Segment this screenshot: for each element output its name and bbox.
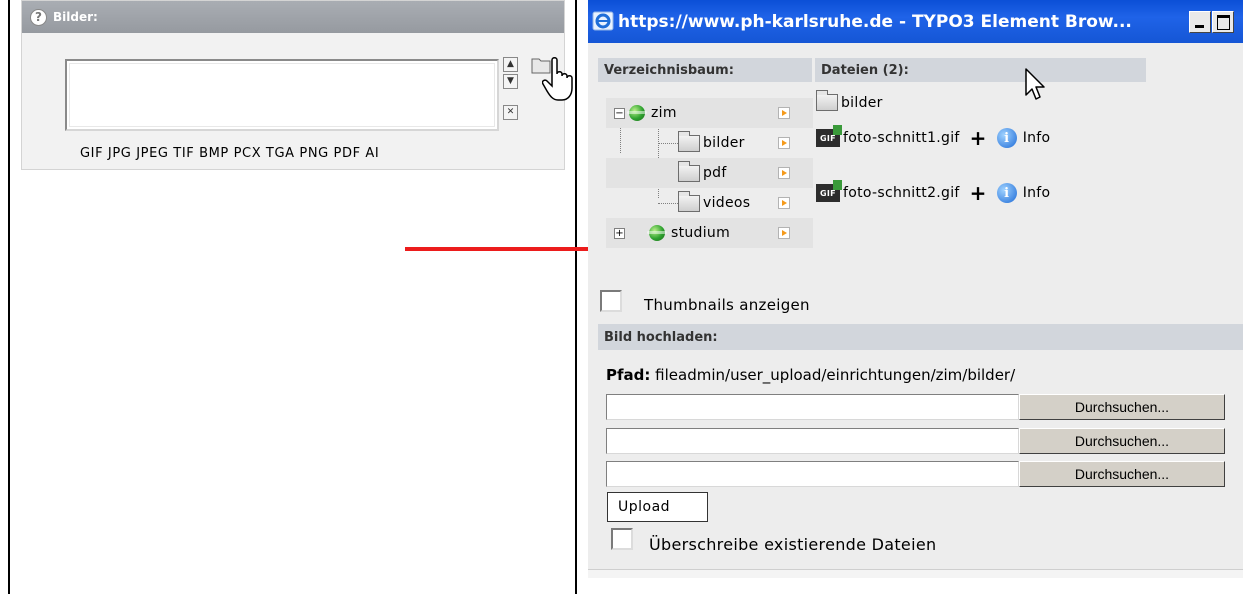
images-field-header: ? Bilder:: [22, 1, 564, 33]
path-value: fileadmin/user_upload/einrichtungen/zim/…: [655, 366, 1016, 384]
file-input-3[interactable]: [606, 461, 1019, 487]
move-up-icon[interactable]: ▲: [503, 57, 518, 72]
file-name-link[interactable]: foto-schnitt2.gif: [843, 185, 960, 201]
directory-tree: − zim bilder pdf videos + studium: [606, 98, 813, 248]
overwrite-label: Überschreibe existierende Dateien: [649, 535, 937, 554]
tree-item-label: pdf: [703, 165, 727, 181]
browse-button-3[interactable]: Durchsuchen...: [1019, 461, 1225, 487]
thumbnails-checkbox[interactable]: [600, 290, 622, 312]
upload-button[interactable]: Upload: [607, 492, 708, 522]
page-frame-left-line: [8, 0, 10, 594]
file-item: GIF foto-schnitt1.gif + i Info: [816, 125, 1051, 150]
upload-section-label: Bild hochladen:: [604, 329, 718, 345]
tree-item-label: zim: [651, 105, 677, 121]
expand-icon[interactable]: +: [614, 227, 625, 239]
element-browser-window: https://www.ph-karlsruhe.de - TYPO3 Elem…: [588, 0, 1243, 578]
window-titlebar[interactable]: https://www.ph-karlsruhe.de - TYPO3 Elem…: [588, 0, 1243, 43]
window-title: https://www.ph-karlsruhe.de - TYPO3 Elem…: [618, 11, 1132, 32]
files-header: Dateien (2):: [815, 58, 1146, 82]
tree-item-bilder[interactable]: bilder: [606, 128, 813, 158]
help-icon[interactable]: ?: [30, 8, 47, 26]
folder-icon: [816, 90, 838, 111]
gif-file-icon: GIF: [816, 180, 842, 202]
directory-tree-label: Verzeichnisbaum:: [604, 62, 734, 78]
tree-item-pdf[interactable]: pdf: [606, 158, 813, 188]
info-icon[interactable]: i: [996, 128, 1017, 148]
page-frame-divider: [575, 0, 577, 594]
images-field-panel: ? Bilder: ▲ ▼ ✕ GIF JPG JPEG TIF BMP PCX…: [21, 0, 573, 170]
upload-section-header: Bild hochladen:: [598, 324, 1243, 350]
tree-item-label: studium: [671, 225, 731, 241]
internet-explorer-icon: [592, 11, 614, 31]
horizontal-scrollbar[interactable]: [588, 569, 1243, 578]
folder-icon: [678, 190, 700, 212]
file-item: GIF foto-schnitt2.gif + i Info: [816, 180, 1051, 205]
globe-icon: [627, 105, 647, 121]
mouse-pointer-icon: [1025, 68, 1045, 100]
minimize-button[interactable]: [1189, 11, 1211, 33]
move-down-icon[interactable]: ▼: [503, 74, 518, 89]
overwrite-checkbox[interactable]: [611, 528, 633, 550]
upload-path: Pfad: fileadmin/user_upload/einrichtunge…: [606, 366, 1015, 384]
tree-item-zim[interactable]: − zim: [606, 98, 813, 128]
info-icon[interactable]: i: [996, 183, 1017, 203]
expand-arrow-icon[interactable]: [778, 107, 790, 119]
add-file-icon[interactable]: +: [970, 126, 987, 150]
allowed-extensions-text: GIF JPG JPEG TIF BMP PCX TGA PNG PDF AI: [80, 146, 380, 161]
expand-arrow-icon[interactable]: [778, 167, 790, 179]
add-file-icon[interactable]: +: [970, 181, 987, 205]
remove-icon[interactable]: ✕: [503, 105, 518, 120]
info-link[interactable]: Info: [1023, 185, 1051, 201]
file-input-1[interactable]: [606, 394, 1019, 420]
expand-arrow-icon[interactable]: [778, 197, 790, 209]
gif-file-icon: GIF: [816, 125, 842, 147]
collapse-icon[interactable]: −: [614, 107, 625, 119]
expand-arrow-icon[interactable]: [778, 227, 790, 239]
maximize-button[interactable]: [1212, 11, 1234, 33]
hand-cursor-icon: [542, 57, 573, 101]
folder-icon: [678, 160, 700, 182]
tree-item-videos[interactable]: videos: [606, 188, 813, 218]
tree-item-label: bilder: [703, 135, 745, 151]
info-link[interactable]: Info: [1023, 130, 1051, 146]
globe-icon: [647, 225, 667, 241]
browse-button-2[interactable]: Durchsuchen...: [1019, 428, 1225, 454]
tree-item-label: videos: [703, 195, 751, 211]
file-name-link[interactable]: foto-schnitt1.gif: [843, 130, 960, 146]
expand-arrow-icon[interactable]: [778, 137, 790, 149]
files-label: Dateien (2):: [821, 62, 909, 78]
images-field-title: Bilder:: [53, 10, 98, 24]
folder-item-label: bilder: [841, 94, 883, 111]
browse-button-1[interactable]: Durchsuchen...: [1019, 394, 1225, 420]
tree-item-studium[interactable]: + studium: [606, 218, 813, 248]
red-arrow-shaft: [405, 247, 593, 251]
folder-icon: [678, 130, 700, 152]
file-input-2[interactable]: [606, 428, 1019, 454]
folder-item-bilder[interactable]: bilder: [816, 90, 883, 111]
thumbnails-label: Thumbnails anzeigen: [644, 296, 810, 314]
selected-files-list[interactable]: [65, 59, 499, 131]
directory-tree-header: Verzeichnisbaum:: [598, 58, 812, 82]
path-label: Pfad:: [606, 366, 651, 384]
